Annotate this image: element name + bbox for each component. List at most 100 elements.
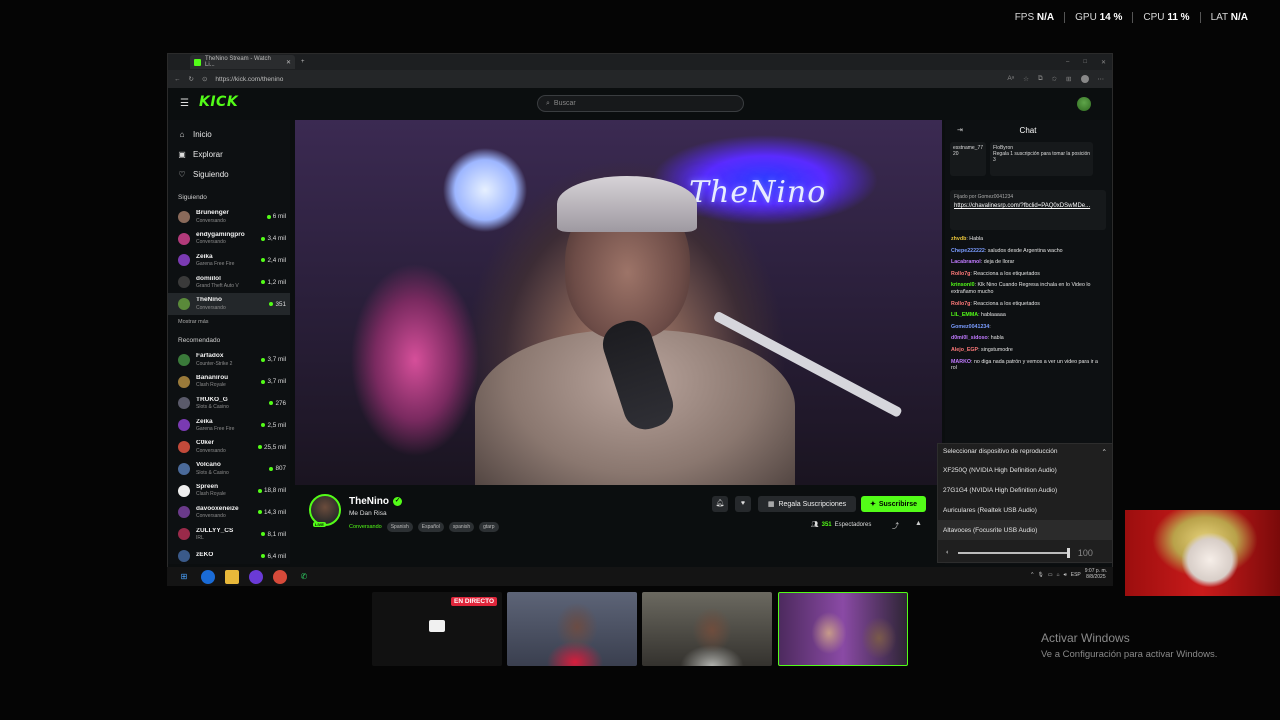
channel-item[interactable]: TRUKO_G Slots & Casino 276 — [168, 393, 290, 415]
stream-tag[interactable]: Español — [417, 522, 444, 532]
channel-item[interactable]: Bananirou Clash Royale 3,7 mil — [168, 371, 290, 393]
playback-device-option[interactable]: Altavoces (Focusrite USB Audio) — [938, 520, 1112, 540]
channel-item[interactable]: Farfadox Counter-Strike 2 3,7 mil — [168, 349, 290, 371]
show-more-link[interactable]: Mostrar más — [168, 319, 290, 331]
channel-item[interactable]: davooxeneize Conversando 14,3 mil — [168, 502, 290, 524]
edge-icon[interactable] — [201, 569, 215, 584]
channel-item[interactable]: Zeika Garena Free Fire 2,4 mil — [168, 250, 290, 272]
monitor-tray-icon[interactable]: ▭ — [1048, 572, 1053, 578]
whatsapp-icon[interactable]: ✆ — [297, 570, 311, 584]
chat-message[interactable]: Gomez0041234: — [951, 324, 1105, 331]
nav-item-inicio[interactable]: ⌂ Inicio — [168, 124, 290, 144]
volume-slider[interactable] — [957, 548, 1070, 558]
app-icon[interactable] — [249, 569, 263, 584]
chat-message[interactable]: Chepe222222: saludos desde Argentina wac… — [951, 248, 1105, 255]
report-icon[interactable]: ▲ — [915, 520, 922, 527]
chat-message[interactable]: Lacabramol: deja de llorar — [951, 259, 1105, 266]
chat-username[interactable]: d0mi0l_sidoso — [951, 335, 988, 341]
subscribe-button[interactable]: ✦ Suscribirse — [861, 496, 926, 512]
read-aloud-icon[interactable]: Aᵃ — [1007, 75, 1014, 83]
chat-message[interactable]: d0mi0l_sidoso: habla — [951, 335, 1105, 342]
chat-message[interactable]: krinsonl0: Klk Nino Cuando Regresa incha… — [951, 282, 1105, 295]
channel-item[interactable]: Zeika Garena Free Fire 2,5 mil — [168, 414, 290, 436]
extensions-icon[interactable]: ⧉ — [1038, 75, 1043, 83]
gift-subs-button[interactable]: ▦ Regala Suscripciones — [758, 496, 856, 512]
chat-username[interactable]: Lacabramol — [951, 259, 981, 265]
video-player[interactable]: TheNino — [295, 120, 942, 485]
windows-start-icon[interactable]: ⊞ — [177, 570, 191, 584]
playback-device-option[interactable]: 27G1G4 (NVIDIA High Definition Audio) — [938, 480, 1112, 500]
kick-logo[interactable]: KICK — [199, 94, 238, 110]
favorite-star-icon[interactable]: ☆ — [1023, 75, 1029, 83]
leaderboard-card[interactable]: esstname_77 20 — [950, 142, 987, 176]
channel-item[interactable]: domiilol Grand Theft Auto V 1,2 mil — [168, 271, 290, 293]
stream-category[interactable]: Conversando — [349, 524, 382, 530]
chat-message[interactable]: Rollo7g: Reacciona a los etiquetados — [951, 271, 1105, 278]
chevron-up-icon[interactable]: ⌃ — [1102, 448, 1107, 456]
site-info-icon[interactable]: ⊙ — [202, 75, 207, 83]
playback-device-option[interactable]: XF250Q (NVIDIA High Definition Audio) — [938, 460, 1112, 480]
chat-message[interactable]: MARKO: no diga nada patrón y vemos a ver… — [951, 359, 1105, 372]
language-indicator[interactable]: ESP — [1071, 572, 1081, 578]
chat-username[interactable]: MARKO — [951, 359, 971, 365]
chat-username[interactable]: LIL_EMMA — [951, 312, 978, 318]
channel-item[interactable]: ZULLYY_CS IRL 8,1 mil — [168, 523, 290, 545]
leaderboard-card[interactable]: FloByron Regala 1 suscripción para tomar… — [990, 142, 1094, 176]
file-explorer-icon[interactable] — [225, 569, 239, 584]
nav-item-siguiendo[interactable]: ♡ Siguiendo — [168, 164, 290, 184]
chrome-icon[interactable] — [273, 569, 287, 584]
clock[interactable]: 9:07 p. m. 8/8/2025 — [1085, 568, 1107, 580]
nav-item-explorar[interactable]: ▣ Explorar — [168, 144, 290, 164]
channel-item[interactable]: TheNino Conversando 351 — [168, 293, 290, 315]
refresh-icon[interactable]: ↻ — [189, 75, 194, 83]
channel-item[interactable]: zEKO 6,4 mil — [168, 545, 290, 564]
camera-thumbnail-selected[interactable] — [778, 592, 908, 666]
close-window-icon[interactable]: ✕ — [1101, 59, 1106, 66]
browser-tab[interactable]: TheNino Stream - Watch Li... ✕ — [190, 55, 295, 69]
maximize-icon[interactable]: □ — [1083, 59, 1087, 66]
minimize-icon[interactable]: – — [1066, 59, 1069, 66]
chat-message[interactable]: zhvdb: Habla — [951, 236, 1105, 243]
network-icon[interactable]: ⌂ — [1057, 572, 1060, 578]
follow-button[interactable]: ♥ — [735, 496, 751, 512]
chat-message[interactable]: LIL_EMMA: hablaaaaa — [951, 312, 1105, 319]
chat-username[interactable]: Rollo7g — [951, 271, 970, 277]
channel-item[interactable]: C0ker Conversando 25,5 mil — [168, 436, 290, 458]
stream-tag[interactable]: gtarp — [479, 522, 499, 532]
hamburger-menu-icon[interactable]: ☰ — [180, 98, 189, 109]
streamer-name[interactable]: TheNino — [349, 496, 389, 507]
back-icon[interactable]: ← — [174, 76, 181, 83]
screen-share-thumbnail[interactable]: EN DIRECTO — [372, 592, 502, 666]
chat-username[interactable]: Gomez0041234 — [951, 324, 989, 330]
playback-device-option[interactable]: Auriculares (Realtek USB Audio) — [938, 500, 1112, 520]
channel-item[interactable]: Volcano Slots & Casino 807 — [168, 458, 290, 480]
collapse-chat-icon[interactable]: ⇥ — [957, 126, 963, 134]
channel-item[interactable]: Brunenger Conversando 6 mil — [168, 206, 290, 228]
tray-overflow-icon[interactable]: ^ — [1031, 572, 1033, 578]
pinned-link[interactable]: https://chavalinesrp.com/?fbclid=PAQ0xDS… — [954, 203, 1102, 209]
collections-icon[interactable]: ⊞ — [1066, 75, 1071, 83]
chat-username[interactable]: krinsonl0 — [951, 282, 975, 288]
notification-bell-button[interactable]: 🔔︎ — [712, 496, 728, 512]
tab-close-icon[interactable]: ✕ — [286, 59, 291, 66]
speaker-icon[interactable]: 🔈︎ — [946, 549, 950, 557]
channel-item[interactable]: Spreen Clash Royale 18,8 mil — [168, 480, 290, 502]
browser-favorites-icon[interactable]: ✩ — [1052, 75, 1057, 83]
chat-username[interactable]: Rollo7g — [951, 301, 970, 307]
browser-menu-icon[interactable]: ⋯ — [1098, 75, 1105, 83]
volume-tray-icon[interactable]: 🔊︎ — [1064, 572, 1067, 578]
browser-profile-avatar[interactable] — [1080, 75, 1089, 83]
user-avatar[interactable] — [1077, 97, 1091, 111]
chat-username[interactable]: Chepe222222 — [951, 248, 985, 254]
chat-message[interactable]: Rollo7g: Reacciona a los etiquetados — [951, 301, 1105, 308]
url-field[interactable]: https://kick.com/thenino — [215, 76, 283, 83]
camera-thumbnail[interactable] — [642, 592, 772, 666]
channel-item[interactable]: endygamingpro Conversando 3,4 mil — [168, 228, 290, 250]
stream-tag[interactable]: spanish — [448, 522, 475, 532]
mic-tray-icon[interactable]: 🎙︎ — [1037, 572, 1043, 578]
camera-thumbnail[interactable] — [507, 592, 637, 666]
share-icon[interactable]: ⤴ — [892, 521, 899, 531]
new-tab-icon[interactable]: + — [301, 59, 305, 65]
chat-message[interactable]: Alejo_EGP: singstumodre — [951, 347, 1105, 354]
chat-username[interactable]: zhvdb — [951, 236, 966, 242]
